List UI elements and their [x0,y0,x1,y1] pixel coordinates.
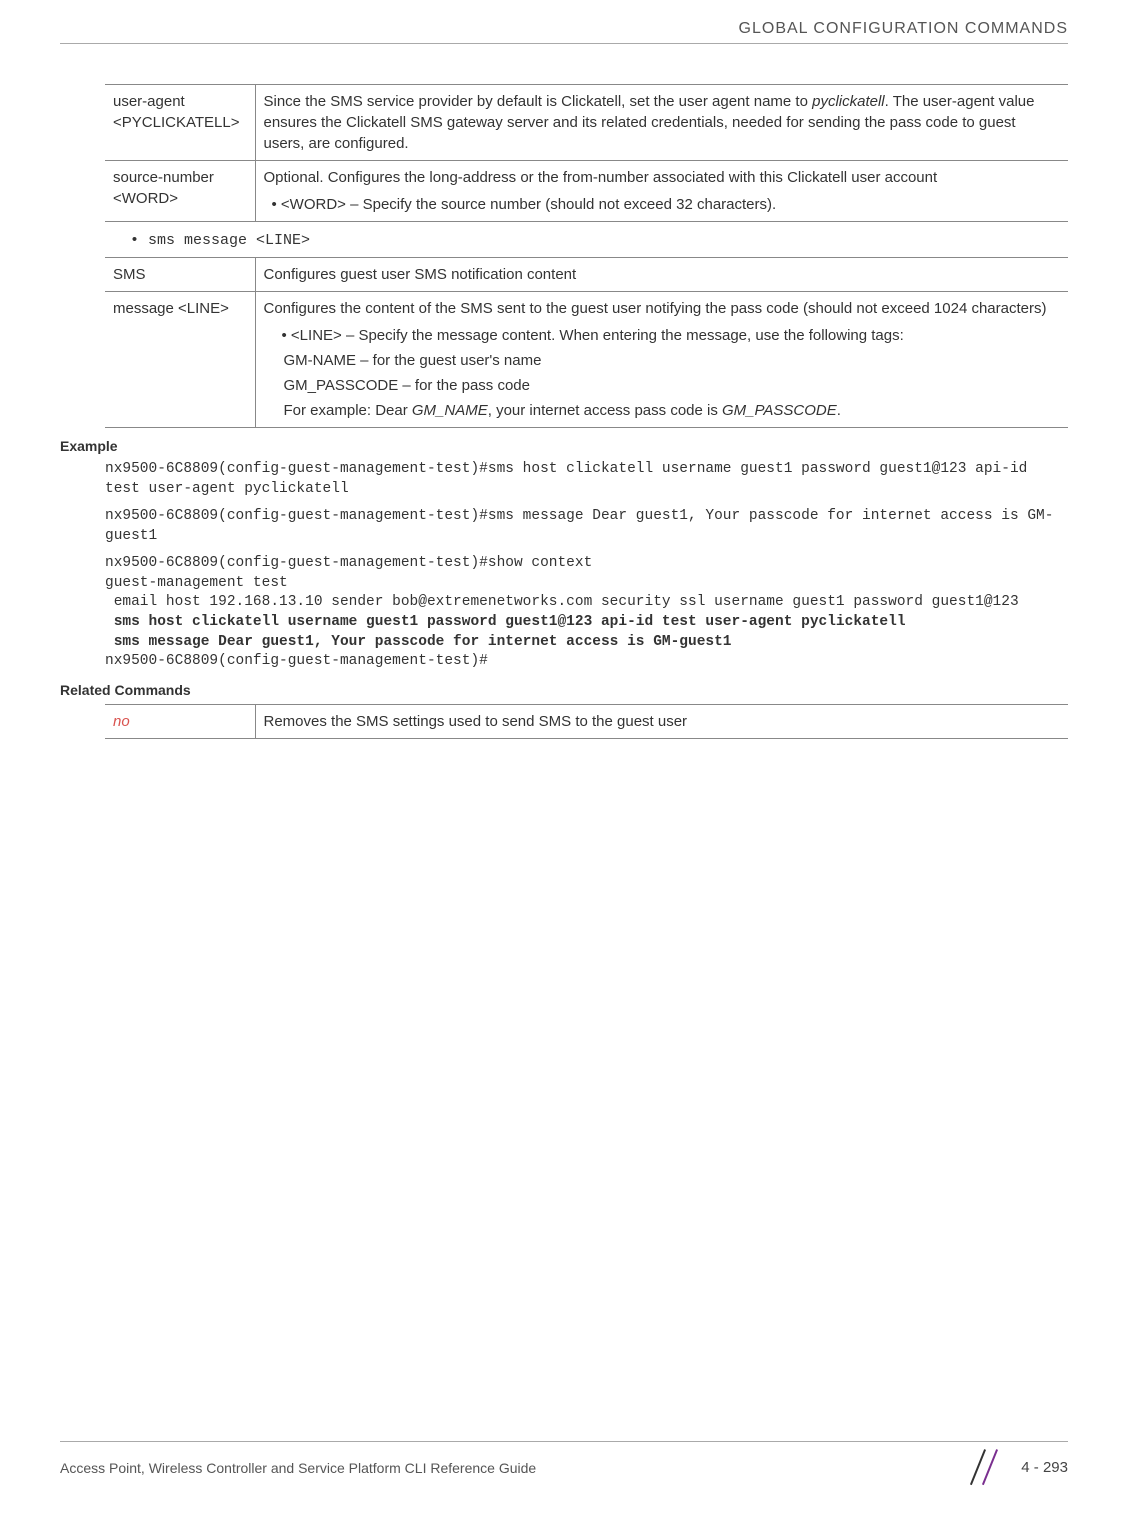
definition-table-1: user-agent <PYCLICKATELL> Since the SMS … [105,84,1068,222]
syntax-bullet: sms message <LINE> [130,232,1068,249]
desc-cell: Removes the SMS settings used to send SM… [255,704,1068,738]
definition-table-2: SMS Configures guest user SMS notificati… [105,257,1068,428]
code-line: nx9500-6C8809(config-guest-management-te… [105,652,1068,672]
header-divider [60,43,1068,44]
desc-cell: Since the SMS service provider by defaul… [255,85,1068,161]
desc-text: , your internet access pass code is [488,402,722,419]
header-title: GLOBAL CONFIGURATION COMMANDS [60,20,1068,38]
code-line: guest-management test [105,574,1068,594]
code-line: nx9500-6C8809(config-guest-management-te… [105,507,1068,546]
desc-italic: GM_PASSCODE [722,402,837,419]
code-line: nx9500-6C8809(config-guest-management-te… [105,460,1068,499]
desc-sub: GM_PASSCODE – for the pass code [284,375,1061,396]
desc-italic: GM_NAME [412,402,488,419]
desc-text: . [837,402,841,419]
example-heading: Example [60,438,1068,454]
code-line-bold: sms message Dear guest1, Your passcode f… [105,633,1068,653]
page-number: 4 - 293 [1021,1459,1068,1476]
desc-bullet: • <WORD> – Specify the source number (sh… [272,194,1061,215]
table-row: SMS Configures guest user SMS notificati… [105,258,1068,292]
table-row: no Removes the SMS settings used to send… [105,704,1068,738]
related-commands-heading: Related Commands [60,682,1068,698]
table-row: user-agent <PYCLICKATELL> Since the SMS … [105,85,1068,161]
desc-italic: pyclickatell [812,93,885,110]
code-line: nx9500-6C8809(config-guest-management-te… [105,554,1068,574]
table-row: source-number <WORD> Optional. Configure… [105,161,1068,222]
main-content: user-agent <PYCLICKATELL> Since the SMS … [60,84,1068,739]
footer-slash-icon [971,1450,1006,1485]
desc-cell: Configures guest user SMS notification c… [255,258,1068,292]
param-cell: user-agent <PYCLICKATELL> [105,85,255,161]
code-line-bold: sms host clickatell username guest1 pass… [105,613,1068,633]
desc-text: Configures the content of the SMS sent t… [264,298,1061,319]
desc-text: For example: Dear [284,402,412,419]
param-cell: source-number <WORD> [105,161,255,222]
desc-sub: For example: Dear GM_NAME, your internet… [284,400,1061,421]
desc-bullet: • <LINE> – Specify the message content. … [282,325,1061,346]
desc-sub: GM-NAME – for the guest user's name [284,350,1061,371]
table-row: message <LINE> Configures the content of… [105,292,1068,428]
desc-text: Optional. Configures the long-address or… [264,167,1061,188]
code-line: email host 192.168.13.10 sender bob@extr… [105,593,1068,613]
param-cell: message <LINE> [105,292,255,428]
no-command-link[interactable]: no [113,713,130,730]
desc-text: Since the SMS service provider by defaul… [264,93,813,110]
footer-right: 4 - 293 [971,1450,1068,1485]
desc-cell: Configures the content of the SMS sent t… [255,292,1068,428]
param-cell: SMS [105,258,255,292]
desc-cell: Optional. Configures the long-address or… [255,161,1068,222]
param-cell: no [105,704,255,738]
footer-doc-title: Access Point, Wireless Controller and Se… [60,1460,536,1476]
related-commands-table: no Removes the SMS settings used to send… [105,704,1068,739]
page-footer: Access Point, Wireless Controller and Se… [60,1441,1068,1485]
